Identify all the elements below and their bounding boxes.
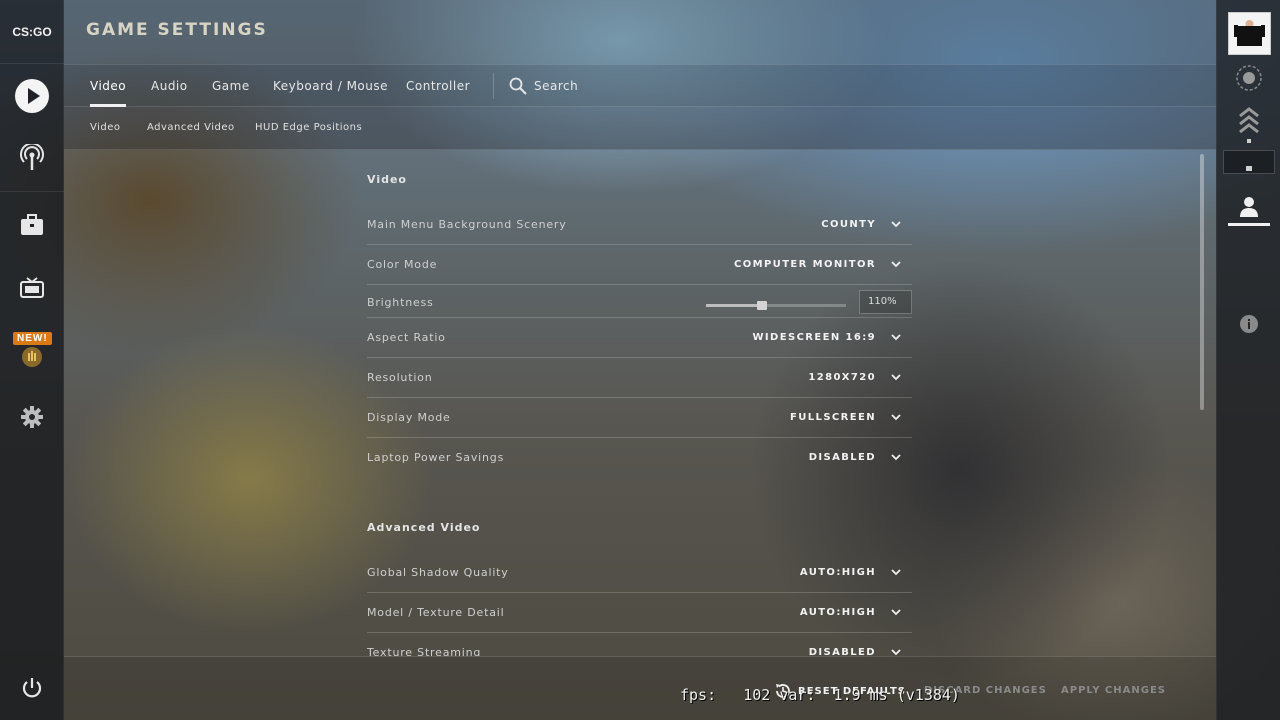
subtab-video[interactable]: Video [90, 107, 121, 149]
header-bar: GAME SETTINGS [64, 0, 1216, 64]
operation-coin-icon [22, 347, 42, 367]
watch-button[interactable] [0, 260, 64, 316]
csgo-logo[interactable]: CS:GO [0, 0, 64, 64]
setting-value: AUTO:HIGH [799, 607, 876, 618]
setting-row-laptop-power-savings[interactable]: Laptop Power Savings DISABLED [367, 438, 912, 478]
profile-rank-badge[interactable] [1217, 64, 1280, 92]
new-badge: NEW! [13, 332, 52, 345]
chevron-down-icon [891, 609, 901, 616]
setting-value: AUTO:HIGH [799, 567, 876, 578]
fps-overlay: fps: 102 var: 1.9 ms (v1384) [680, 686, 960, 704]
setting-label: Model / Texture Detail [367, 606, 505, 619]
settings-subtabs: Video Advanced Video HUD Edge Positions [64, 107, 1216, 150]
setting-label: Global Shadow Quality [367, 566, 509, 579]
chevron-rank-icon [1239, 107, 1259, 143]
nav-divider [0, 191, 64, 192]
power-icon [22, 678, 42, 698]
play-button[interactable] [0, 68, 64, 124]
setting-row-background-scenery[interactable]: Main Menu Background Scenery COUNTY [367, 205, 912, 245]
section-title-video: Video [367, 173, 407, 186]
player-avatar[interactable] [1228, 12, 1271, 55]
setting-row-resolution[interactable]: Resolution 1280X720 [367, 358, 912, 398]
settings-button[interactable] [0, 389, 64, 445]
chevron-down-icon [891, 334, 901, 341]
setting-value: 1280X720 [808, 372, 876, 383]
tab-audio[interactable]: Audio [151, 65, 188, 107]
setting-label: Main Menu Background Scenery [367, 218, 567, 231]
power-button[interactable] [0, 660, 64, 716]
setting-value: DISABLED [808, 452, 876, 463]
chevron-down-icon [891, 221, 901, 228]
apply-changes-button[interactable]: APPLY CHANGES [1061, 685, 1166, 696]
setting-row-model-texture-detail[interactable]: Model / Texture Detail AUTO:HIGH [367, 593, 912, 633]
setting-row-texture-streaming[interactable]: Texture Streaming DISABLED [367, 633, 912, 656]
setting-value: WIDESCREEN 16:9 [752, 332, 876, 343]
chevron-down-icon [891, 374, 901, 381]
setting-row-display-mode[interactable]: Display Mode FULLSCREEN [367, 398, 912, 438]
setting-label: Color Mode [367, 258, 438, 271]
content-scrollbar[interactable] [1200, 154, 1204, 410]
rank-badge-icon [1236, 65, 1262, 91]
setting-row-global-shadow-quality[interactable]: Global Shadow Quality AUTO:HIGH [367, 553, 912, 593]
setting-label: Aspect Ratio [367, 331, 446, 344]
skill-group-badge[interactable] [1217, 106, 1280, 146]
inventory-button[interactable] [0, 197, 64, 253]
chevron-down-icon [891, 414, 901, 421]
person-icon [1240, 197, 1258, 217]
search-button[interactable]: Search [509, 65, 578, 107]
unknown-rank-slot[interactable] [1217, 150, 1280, 174]
play-icon [15, 79, 49, 113]
broadcast-icon [20, 144, 44, 170]
friends-tab[interactable] [1228, 186, 1270, 226]
subtab-hud-edge-positions[interactable]: HUD Edge Positions [255, 107, 362, 149]
setting-value: COUNTY [821, 219, 876, 230]
chevron-down-icon [891, 454, 901, 461]
chevron-down-icon [891, 649, 901, 656]
tab-controller[interactable]: Controller [406, 65, 470, 107]
gear-icon [21, 406, 43, 428]
settings-tabs: Video Audio Game Keyboard / Mouse Contro… [64, 64, 1216, 107]
setting-label: Texture Streaming [367, 646, 482, 656]
setting-label: Brightness [367, 296, 434, 309]
tab-game[interactable]: Game [212, 65, 250, 107]
setting-row-aspect-ratio[interactable]: Aspect Ratio WIDESCREEN 16:9 [367, 318, 912, 358]
subtab-advanced-video[interactable]: Advanced Video [147, 107, 235, 149]
section-title-advanced-video: Advanced Video [367, 521, 481, 534]
brightness-value-box[interactable]: 110% [859, 290, 912, 314]
brightness-slider[interactable] [706, 301, 846, 310]
setting-label: Laptop Power Savings [367, 451, 505, 464]
slider-thumb[interactable] [757, 301, 767, 310]
search-label: Search [534, 79, 579, 93]
setting-label: Display Mode [367, 411, 451, 424]
inventory-briefcase-icon [21, 214, 43, 235]
tv-watch-icon [20, 277, 44, 298]
chevron-down-icon [891, 261, 901, 268]
settings-content: Video Main Menu Background Scenery COUNT… [64, 150, 1216, 656]
broadcast-button[interactable] [0, 130, 64, 186]
tab-keyboard-mouse[interactable]: Keyboard / Mouse [273, 65, 388, 107]
footer-bar: RESET DEFAULTS DISCARD CHANGES APPLY CHA… [64, 656, 1216, 720]
setting-row-brightness: Brightness 110% [367, 285, 912, 318]
page-title: GAME SETTINGS [86, 20, 268, 40]
avatar-image [1229, 13, 1270, 54]
chevron-down-icon [891, 569, 901, 576]
setting-value: COMPUTER MONITOR [733, 259, 876, 270]
info-icon [1240, 315, 1258, 333]
tab-divider [493, 73, 494, 99]
info-button[interactable] [1217, 314, 1280, 334]
lock-icon [1246, 166, 1252, 171]
setting-value: DISABLED [808, 647, 876, 656]
logo-text: CS:GO [12, 24, 52, 39]
setting-value: FULLSCREEN [790, 412, 876, 423]
setting-label: Resolution [367, 371, 433, 384]
setting-row-color-mode[interactable]: Color Mode COMPUTER MONITOR [367, 245, 912, 285]
slider-fill [706, 304, 762, 307]
right-panel [1216, 0, 1280, 720]
tab-video[interactable]: Video [90, 65, 127, 107]
search-icon [509, 77, 527, 95]
left-nav: CS:GO NEW! [0, 0, 64, 720]
